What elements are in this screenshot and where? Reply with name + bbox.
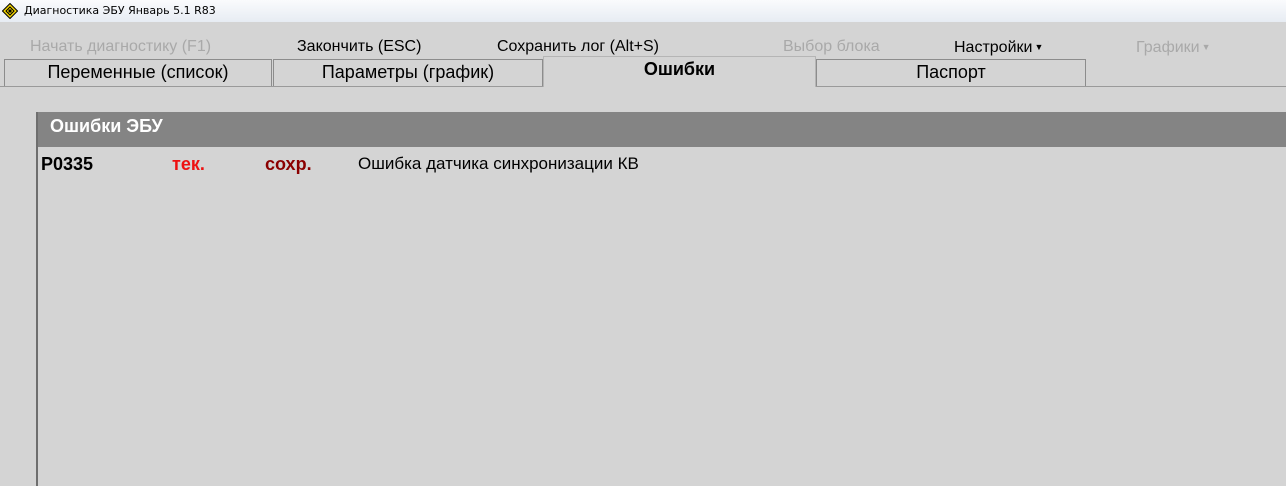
tab-label: Паспорт	[916, 62, 986, 82]
tab-errors[interactable]: Ошибки	[543, 56, 816, 87]
settings-menu-label: Настройки	[954, 39, 1033, 56]
tab-passport[interactable]: Паспорт	[816, 59, 1086, 86]
finish-button[interactable]: Закончить (ESC)	[297, 37, 421, 57]
errors-panel: Ошибки ЭБУ P0335 тек. сохр. Ошибка датчи…	[36, 112, 1286, 486]
menu-bar: Начать диагностику (F1) Закончить (ESC) …	[0, 22, 1286, 56]
graphs-menu[interactable]: Графики ▼	[1136, 37, 1211, 58]
saved-error-flag: сохр.	[265, 154, 312, 174]
window-title: Диагностика ЭБУ Январь 5.1 R83	[24, 4, 216, 17]
current-error-flag: тек.	[172, 154, 205, 174]
chevron-down-icon: ▼	[1034, 42, 1044, 52]
tab-variables-list[interactable]: Переменные (список)	[4, 59, 272, 86]
app-diamond-icon	[2, 3, 18, 19]
tab-label: Ошибки	[643, 59, 716, 79]
tab-parameters-graph[interactable]: Параметры (график)	[273, 59, 543, 86]
settings-menu[interactable]: Настройки ▼	[954, 37, 1043, 58]
title-bar: Диагностика ЭБУ Январь 5.1 R83	[0, 0, 1286, 23]
select-block-button[interactable]: Выбор блока	[783, 37, 880, 57]
save-log-button[interactable]: Сохранить лог (Alt+S)	[497, 37, 659, 57]
error-description: Ошибка датчика синхронизации КВ	[358, 154, 639, 173]
graphs-menu-label: Графики	[1136, 39, 1200, 56]
error-row[interactable]: P0335 тек. сохр. Ошибка датчика синхрони…	[38, 147, 1286, 177]
tab-label: Переменные (список)	[47, 62, 229, 82]
chevron-down-icon: ▼	[1201, 42, 1211, 52]
panel-title: Ошибки ЭБУ	[38, 112, 1286, 147]
error-code: P0335	[41, 154, 94, 174]
tab-strip: Переменные (список) Параметры (график) О…	[0, 56, 1286, 87]
tab-label: Параметры (график)	[321, 62, 495, 82]
start-diagnostics-button[interactable]: Начать диагностику (F1)	[30, 37, 211, 57]
